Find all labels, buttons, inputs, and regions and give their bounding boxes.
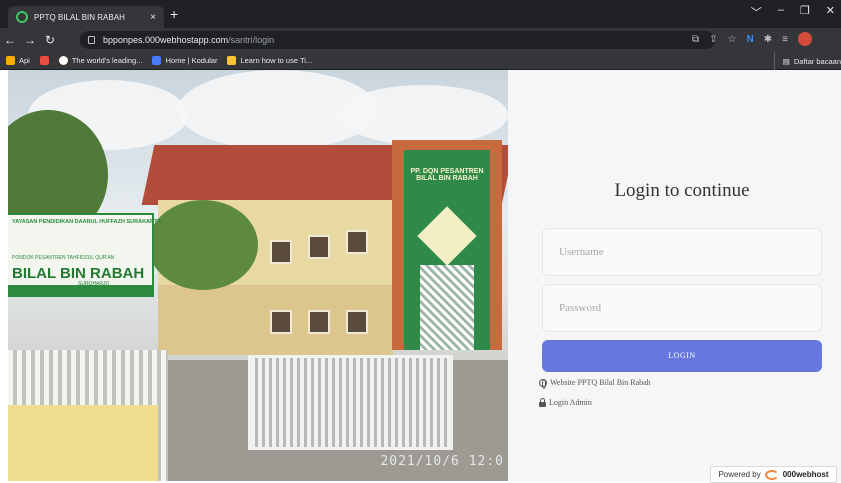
- bookmark-tiles[interactable]: Learn how to use Ti...: [227, 56, 312, 65]
- browser-toolbar: ← → ↻ bpponpes.000webhostapp.com/santri/…: [0, 28, 841, 52]
- bookmark-label: Home | Kodular: [165, 56, 218, 65]
- new-tab-button[interactable]: +: [170, 6, 178, 22]
- url-path: /santri/login: [228, 35, 275, 45]
- web-page: PP. DQN PESANTREN BILAL BIN RABAH YAYASA…: [0, 70, 841, 483]
- green-tower: PP. DQN PESANTREN BILAL BIN RABAH: [392, 140, 502, 350]
- sign-subtitle-text: PONDOK PESANTREN TAHFIDZUL QUR'AN: [12, 255, 115, 261]
- github-icon: [58, 56, 68, 65]
- yellow-wall: [8, 405, 158, 481]
- website-link-label: Website PPTQ Bilal Bin Rabah: [550, 378, 651, 387]
- building-window: [308, 235, 330, 259]
- bookmark-label: The world's leading...: [71, 56, 143, 65]
- reading-list-button[interactable]: ▤ Daftar bacaan: [773, 52, 841, 70]
- globe-icon: [539, 378, 547, 389]
- campus-photo: PP. DQN PESANTREN BILAL BIN RABAH YAYASA…: [8, 70, 508, 481]
- building-window: [270, 310, 292, 334]
- login-button[interactable]: LOGIN: [542, 340, 822, 372]
- admin-login-label: Login Admin: [549, 398, 592, 407]
- building-window: [308, 310, 330, 334]
- cloud-shape: [338, 85, 508, 145]
- bookmark-label: Api: [19, 56, 30, 65]
- sign-bottom-bar: [8, 285, 152, 295]
- address-bar[interactable]: bpponpes.000webhostapp.com/santri/login: [80, 31, 715, 49]
- login-panel: Login to continue LOGIN Website PPTQ Bil…: [508, 70, 841, 481]
- extensions-puzzle-icon[interactable]: ✱: [764, 34, 772, 45]
- bookmarks-bar: Api The world's leading... Home | Kodula…: [0, 52, 841, 70]
- tower-lettering: PP. DQN PESANTREN BILAL BIN RABAH: [410, 168, 484, 182]
- bookmark-star-icon[interactable]: ☆: [728, 34, 737, 45]
- profile-avatar[interactable]: [797, 32, 812, 46]
- tab-title: PPTQ BILAL BIN RABAH: [34, 12, 125, 22]
- bookmark-red[interactable]: [39, 56, 49, 65]
- kodular-icon: [152, 56, 162, 65]
- share-icon[interactable]: ⇪: [709, 34, 717, 45]
- powered-by-badge[interactable]: Powered by 000webhost: [710, 466, 837, 483]
- password-input[interactable]: [542, 284, 822, 332]
- bookmark-apps[interactable]: Api: [6, 56, 30, 65]
- building-window: [346, 310, 368, 334]
- forward-arrow-icon[interactable]: →: [20, 33, 40, 47]
- window-controls: ﹀ – ❐ ✕: [751, 4, 835, 20]
- 000webhost-logo-icon: [764, 469, 779, 480]
- site-favicon-icon: [16, 11, 28, 23]
- tree: [148, 200, 258, 290]
- lock-icon: [539, 397, 546, 407]
- reading-queue-icon[interactable]: ≡: [782, 34, 788, 45]
- translate-icon[interactable]: ⧉: [692, 34, 699, 45]
- school-signboard: YAYASAN PENDIDIKAN DAARUL HUFFAZH SURAKA…: [8, 213, 161, 297]
- powered-by-label: Powered by: [718, 470, 761, 479]
- website-link[interactable]: Website PPTQ Bilal Bin Rabah: [539, 378, 651, 389]
- browser-tab-strip: PPTQ BILAL BIN RABAH × + ﹀ – ❐ ✕: [0, 0, 841, 28]
- browser-tab[interactable]: PPTQ BILAL BIN RABAH ×: [8, 6, 164, 28]
- powered-by-brand: 000webhost: [782, 470, 829, 479]
- building-window: [346, 230, 368, 254]
- bookmark-label: Learn how to use Ti...: [240, 56, 313, 65]
- url-host: bpponpes.000webhostapp.com: [103, 35, 229, 45]
- extension-n-icon[interactable]: N: [747, 34, 754, 45]
- bookmark-github[interactable]: The world's leading...: [58, 56, 143, 65]
- tab-close-icon[interactable]: ×: [150, 12, 156, 23]
- reading-list-icon: ▤: [782, 56, 790, 66]
- login-title: Login to continue: [614, 180, 750, 201]
- reload-icon[interactable]: ↻: [40, 33, 60, 47]
- bookmark-kodular[interactable]: Home | Kodular: [152, 56, 217, 65]
- tower-panel: PP. DQN PESANTREN BILAL BIN RABAH: [404, 150, 490, 350]
- minimize-button[interactable]: –: [778, 4, 784, 20]
- back-arrow-icon[interactable]: ←: [0, 33, 20, 47]
- apps-grid-icon: [6, 56, 15, 65]
- admin-login-link[interactable]: Login Admin: [539, 397, 592, 407]
- sign-name-text: BILAL BIN RABAH: [12, 265, 145, 282]
- star-ornament-icon: [417, 206, 477, 266]
- red-square-icon: [39, 56, 49, 65]
- reading-list-label: Daftar bacaan: [793, 56, 841, 66]
- restore-button[interactable]: ❐: [800, 4, 810, 20]
- close-window-button[interactable]: ✕: [826, 4, 835, 20]
- tiles-icon: [227, 56, 237, 65]
- gate-fence: [248, 355, 453, 450]
- username-input[interactable]: [542, 228, 822, 276]
- tower-lattice: [420, 265, 474, 350]
- building-window: [270, 240, 292, 264]
- sign-foundation-text: YAYASAN PENDIDIKAN DAARUL HUFFAZH SURAKA…: [12, 219, 161, 225]
- toolbar-actions: ⧉ ⇪ ☆ N ✱ ≡: [692, 32, 812, 46]
- tab-search-icon[interactable]: ﹀: [751, 4, 762, 20]
- lock-icon[interactable]: [88, 36, 95, 44]
- photo-timestamp: 2021/10/6 12:0: [380, 454, 504, 469]
